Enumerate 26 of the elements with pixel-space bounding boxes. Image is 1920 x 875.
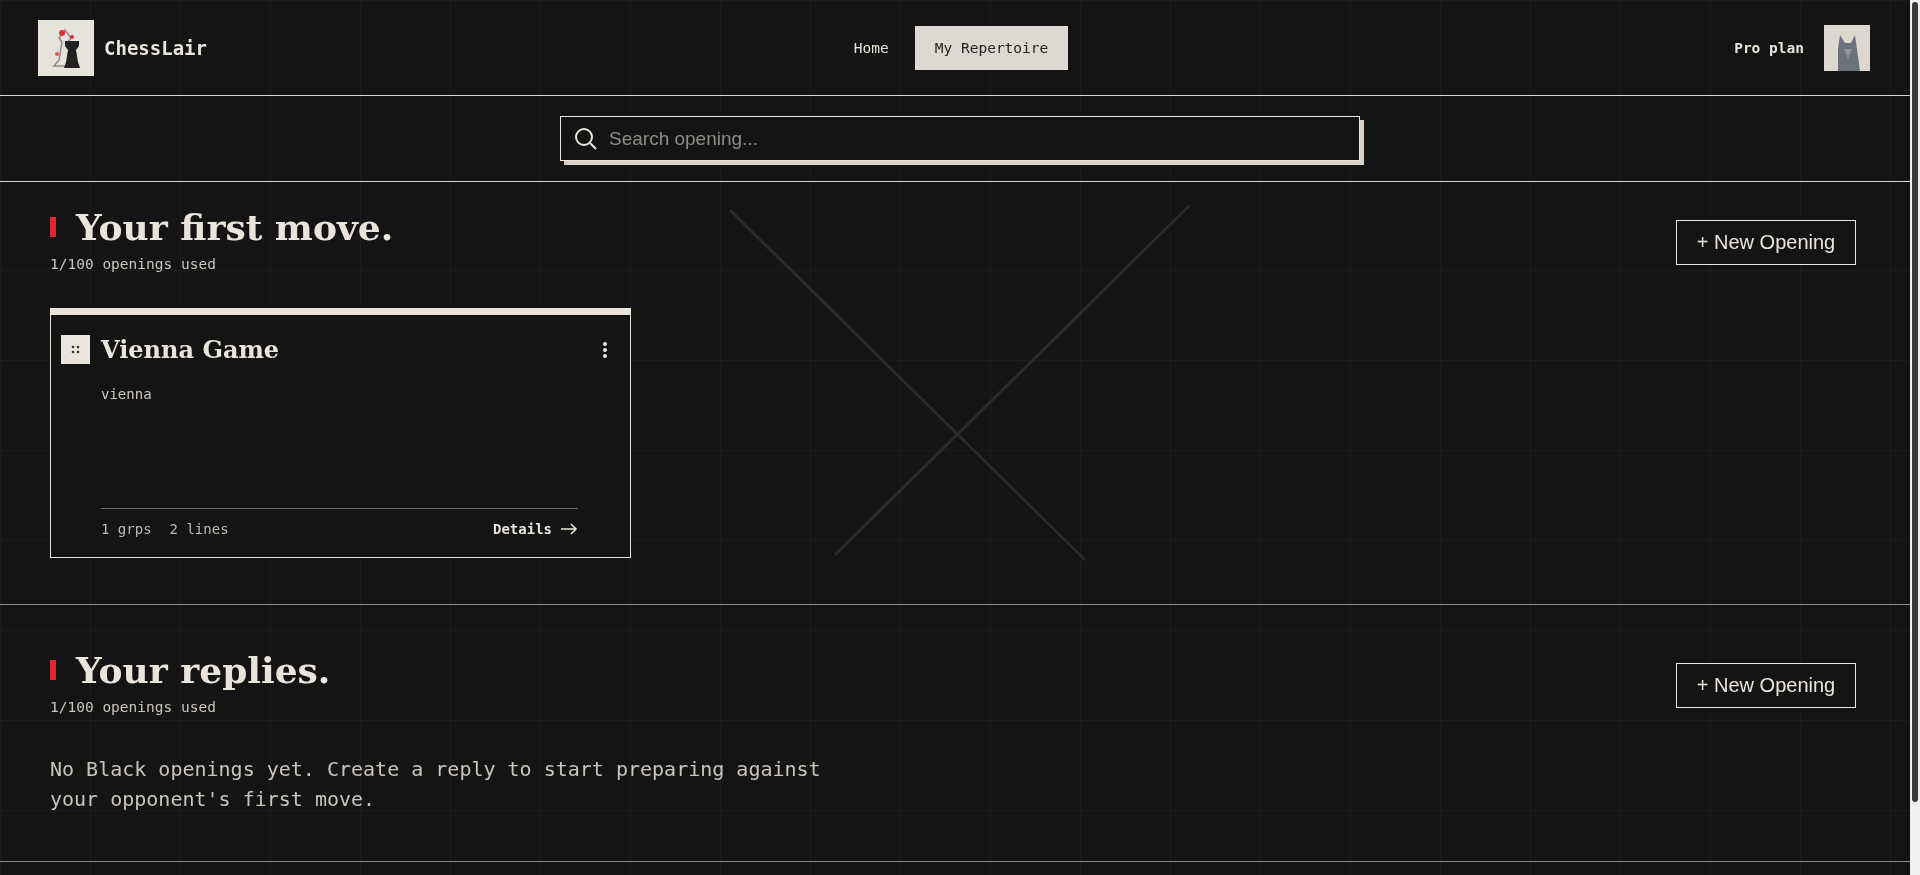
avatar-icon[interactable] bbox=[1824, 24, 1870, 71]
empty-message: No Black openings yet. Create a reply to start preparing against your opponent's first move. bbox=[50, 756, 822, 813]
accent-bar bbox=[50, 217, 56, 237]
usage-count: 1/100 openings used bbox=[50, 699, 216, 715]
details-link[interactable]: Details bbox=[493, 521, 578, 537]
opening-title: Vienna Game bbox=[101, 335, 281, 364]
nav-tab[interactable]: Home bbox=[833, 25, 909, 70]
new-opening-button[interactable]: + New Opening bbox=[1676, 663, 1856, 708]
usage-count: 1/100 openings used bbox=[50, 256, 216, 272]
search-icon bbox=[574, 127, 598, 151]
more-options-icon[interactable] bbox=[602, 340, 608, 359]
line-count: 2 lines bbox=[169, 521, 229, 537]
opening-tag: vienna bbox=[101, 386, 152, 402]
plan-label: Pro plan bbox=[1734, 39, 1804, 56]
group-count: 1 grps bbox=[101, 521, 152, 537]
logo-icon[interactable] bbox=[38, 19, 94, 76]
search-field[interactable]: Search opening... bbox=[560, 116, 1360, 161]
arrow-icon bbox=[560, 523, 578, 535]
section-title: Your replies. bbox=[76, 649, 331, 691]
drag-handle-icon[interactable] bbox=[61, 335, 90, 364]
new-opening-button[interactable]: + New Opening bbox=[1676, 220, 1856, 265]
scrollbar-thumb[interactable] bbox=[1912, 2, 1918, 802]
nav-tab[interactable]: My Repertoire bbox=[914, 25, 1069, 70]
section-title: Your first move. bbox=[76, 206, 394, 248]
accent-bar bbox=[50, 660, 56, 680]
brand-name: ChessLair bbox=[104, 36, 207, 59]
